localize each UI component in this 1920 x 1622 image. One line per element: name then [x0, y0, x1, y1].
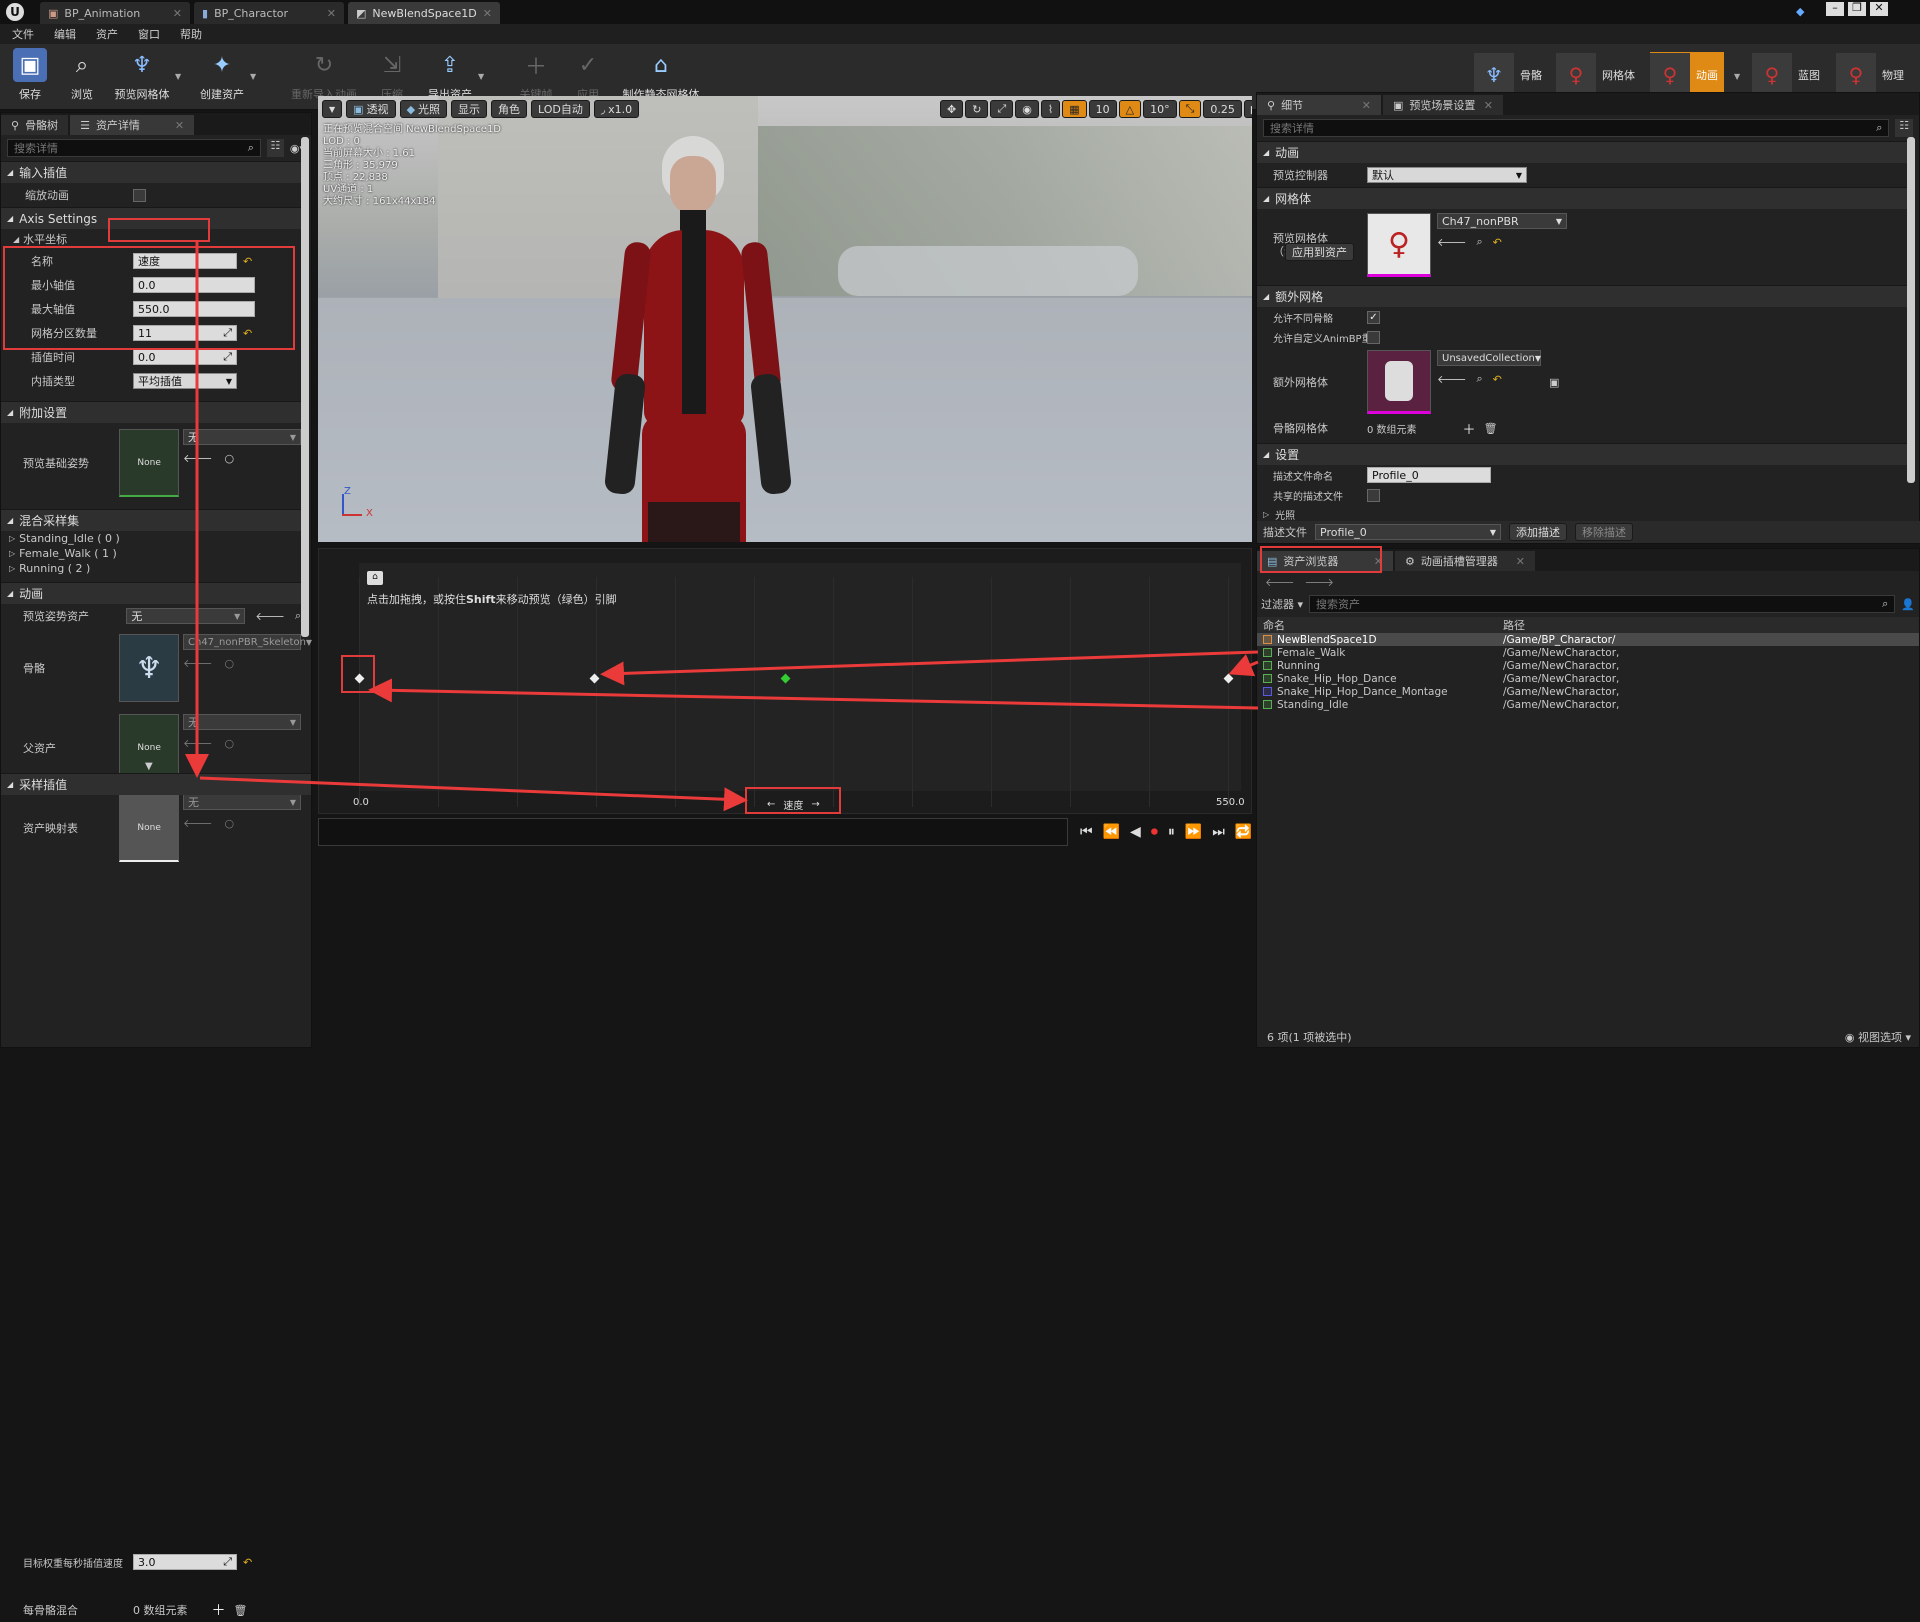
- arrow-browser-to-running: [1228, 654, 1259, 677]
- target-weight-speed-input[interactable]: 3.0 ⤢: [133, 1554, 237, 1570]
- annotation-arrows: [185, 240, 1259, 812]
- reset-arrow-icon[interactable]: ↶: [243, 1556, 252, 1569]
- trash-icon[interactable]: 🗑: [234, 1604, 248, 1617]
- arrow-axis-to-label: [199, 776, 748, 812]
- spin-icon: ⤢: [223, 1555, 232, 1568]
- add-icon[interactable]: ＋: [212, 1600, 226, 1620]
- arrow-browser-to-idle: [368, 678, 1259, 710]
- arrow-browser-to-walk: [600, 650, 1259, 686]
